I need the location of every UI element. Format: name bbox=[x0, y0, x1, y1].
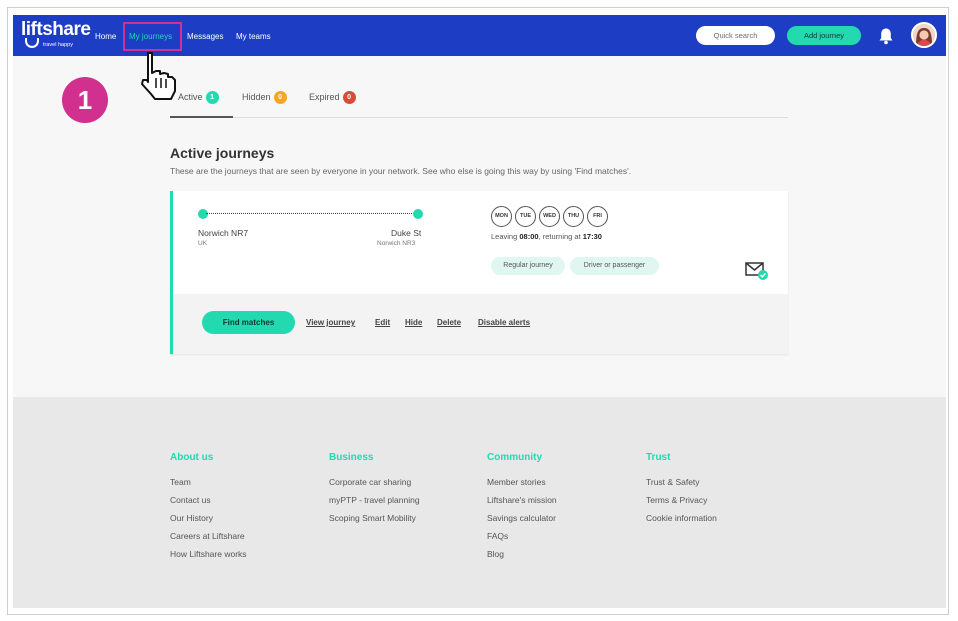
day-thu: THU bbox=[563, 206, 584, 227]
tab-label: Expired bbox=[309, 91, 340, 102]
footer-link[interactable]: Liftshare's mission bbox=[487, 491, 557, 509]
tab-expired[interactable]: Expired 0 bbox=[309, 91, 356, 111]
footer-link[interactable]: FAQs bbox=[487, 527, 557, 545]
tab-hidden[interactable]: Hidden 0 bbox=[242, 91, 287, 111]
avatar[interactable] bbox=[911, 22, 937, 48]
returning-prefix: , returning at bbox=[538, 232, 581, 241]
disable-alerts-link[interactable]: Disable alerts bbox=[478, 318, 530, 327]
journey-times: Leaving 08:00, returning at 17:30 bbox=[491, 232, 602, 241]
footer-heading: About us bbox=[170, 452, 214, 463]
day-tue: TUE bbox=[515, 206, 536, 227]
destination-sub: Norwich NR3 bbox=[377, 240, 416, 247]
destination-dot bbox=[413, 209, 423, 219]
footer-heading: Business bbox=[329, 452, 374, 463]
tab-count-badge: 1 bbox=[205, 91, 219, 104]
nav-messages[interactable]: Messages bbox=[187, 32, 223, 41]
footer-link[interactable]: Member stories bbox=[487, 473, 557, 491]
journey-card: Norwich NR7 UK Duke St Norwich NR3 MON T… bbox=[170, 191, 788, 354]
liftshare-logo[interactable]: liftshare travel happy bbox=[21, 19, 91, 51]
footer-link[interactable]: Scoping Smart Mobility bbox=[329, 509, 420, 527]
leaving-prefix: Leaving bbox=[491, 232, 518, 241]
footer-link[interactable]: Trust & Safety bbox=[646, 473, 717, 491]
footer-link[interactable]: Careers at Liftshare bbox=[170, 527, 247, 545]
section-description: These are the journeys that are seen by … bbox=[170, 166, 632, 176]
returning-time: 17:30 bbox=[582, 232, 602, 241]
footer-link[interactable]: Savings calculator bbox=[487, 509, 557, 527]
site-footer: About us Team Contact us Our History Car… bbox=[13, 397, 946, 608]
footer-link[interactable]: How Liftshare works bbox=[170, 545, 247, 563]
active-tab-underline bbox=[170, 116, 233, 118]
footer-column-trust: Trust Trust & Safety Terms & Privacy Coo… bbox=[646, 452, 717, 527]
avatar-portrait-icon bbox=[913, 24, 935, 46]
footer-link[interactable]: Our History bbox=[170, 509, 247, 527]
logo-smile-icon bbox=[25, 38, 39, 48]
footer-link[interactable]: Cookie information bbox=[646, 509, 717, 527]
hide-link[interactable]: Hide bbox=[405, 318, 422, 327]
origin-sub: UK bbox=[198, 240, 208, 247]
tab-label: Hidden bbox=[242, 91, 271, 102]
footer-link[interactable]: Terms & Privacy bbox=[646, 491, 717, 509]
destination-name: Duke St bbox=[391, 228, 422, 238]
footer-link[interactable]: myPTP - travel planning bbox=[329, 491, 420, 509]
tag-regular-journey: Regular journey bbox=[491, 257, 565, 275]
route-line bbox=[206, 213, 416, 214]
bell-icon[interactable] bbox=[878, 27, 894, 45]
journey-details: Norwich NR7 UK Duke St Norwich NR3 MON T… bbox=[173, 191, 788, 294]
footer-column-business: Business Corporate car sharing myPTP - t… bbox=[329, 452, 420, 527]
tab-label: Active bbox=[178, 91, 203, 102]
find-matches-button[interactable]: Find matches bbox=[202, 311, 295, 334]
origin-dot bbox=[198, 209, 208, 219]
footer-heading: Trust bbox=[646, 452, 671, 463]
tab-active[interactable]: Active 1 bbox=[178, 91, 219, 111]
day-mon: MON bbox=[491, 206, 512, 227]
footer-link[interactable]: Corporate car sharing bbox=[329, 473, 420, 491]
quick-search-button[interactable]: Quick search bbox=[696, 26, 775, 45]
add-journey-button[interactable]: Add journey bbox=[787, 26, 861, 45]
footer-column-about: About us Team Contact us Our History Car… bbox=[170, 452, 247, 563]
footer-link[interactable]: Blog bbox=[487, 545, 557, 563]
edit-link[interactable]: Edit bbox=[375, 318, 390, 327]
email-alert-icon[interactable] bbox=[745, 261, 769, 281]
day-wed: WED bbox=[539, 206, 560, 227]
leaving-time: 08:00 bbox=[519, 232, 539, 241]
footer-link[interactable]: Team bbox=[170, 473, 247, 491]
nav-my-teams[interactable]: My teams bbox=[236, 32, 271, 41]
page-title: Active journeys bbox=[170, 145, 275, 161]
highlight-box bbox=[123, 22, 182, 51]
delete-link[interactable]: Delete bbox=[437, 318, 461, 327]
tag-driver-or-passenger: Driver or passenger bbox=[570, 257, 659, 275]
origin-name: Norwich NR7 bbox=[198, 228, 249, 238]
tab-count-badge: 0 bbox=[273, 91, 287, 104]
footer-heading: Community bbox=[487, 452, 542, 463]
nav-home[interactable]: Home bbox=[95, 32, 116, 41]
tab-count-badge: 0 bbox=[342, 91, 356, 104]
view-journey-link[interactable]: View journey bbox=[306, 318, 355, 327]
journey-tabs: Active 1 Hidden 0 Expired 0 bbox=[170, 83, 788, 118]
liftshare-app: liftshare travel happy Home My journeys … bbox=[13, 15, 946, 608]
day-fri: FRI bbox=[587, 206, 608, 227]
footer-link[interactable]: Contact us bbox=[170, 491, 247, 509]
footer-column-community: Community Member stories Liftshare's mis… bbox=[487, 452, 557, 563]
step-number-badge: 1 bbox=[62, 77, 108, 123]
logo-tagline: travel happy bbox=[43, 42, 73, 48]
